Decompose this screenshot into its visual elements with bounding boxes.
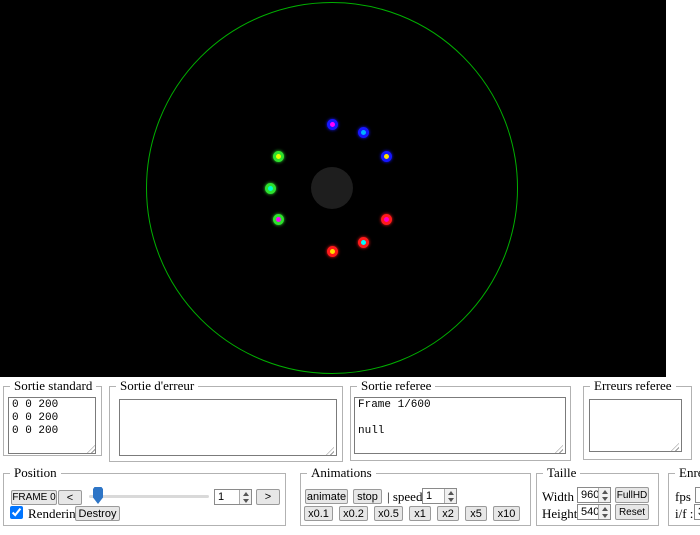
referee-output-legend: Sortie referee [357,378,436,394]
speed-x0-5-button[interactable]: x0.5 [374,506,403,521]
referee-errors-legend: Erreurs referee [590,378,676,394]
height-spinner[interactable] [598,505,610,519]
entity-dot [272,213,284,225]
spin-up-icon[interactable] [599,505,610,512]
center-disc [311,167,353,209]
height-input[interactable]: 540 [577,504,611,520]
stdout-textarea[interactable]: 0 0 200 0 0 200 0 0 200 [8,397,96,454]
stderr-panel-legend: Sortie d'erreur [116,378,199,394]
rendering-checkbox[interactable] [10,506,23,519]
if-input[interactable]: 3 [694,504,700,520]
render-canvas[interactable] [0,0,666,377]
size-panel: Taille Width : 960 FullHD Height: 540 Re… [536,465,659,526]
speed-x1-button[interactable]: x1 [409,506,431,521]
entity-dot [357,126,369,138]
next-frame-button[interactable]: > [256,489,280,505]
width-label: Width : [542,489,581,504]
position-panel-legend: Position [10,465,61,481]
frame-slider[interactable] [89,495,209,498]
spin-up-icon[interactable] [599,488,610,495]
frame-step-input[interactable]: 1 [214,489,252,505]
reset-button[interactable]: Reset [615,504,649,520]
animations-panel: Animations animate stop | speed : 1 x0.1… [300,465,531,526]
entity-dot [380,150,392,162]
frame-slider-thumb[interactable] [93,487,103,504]
width-spinner[interactable] [598,488,610,502]
animations-panel-legend: Animations [307,465,376,481]
stderr-textarea[interactable] [119,399,337,456]
referee-output-panel: Sortie referee Frame 1/600 null [350,378,571,461]
fullhd-button[interactable]: FullHD [615,487,649,503]
spin-up-icon[interactable] [445,489,456,496]
entity-dot [272,150,284,162]
frame-button[interactable]: FRAME 0 [11,490,57,505]
speed-x5-button[interactable]: x5 [465,506,487,521]
entity-dot [264,182,276,194]
app-window: Sortie standard 0 0 200 0 0 200 0 0 200 … [0,0,700,535]
frame-step-spinner[interactable] [239,490,251,504]
if-value: 3 [695,505,700,519]
speed-x0-2-button[interactable]: x0.2 [339,506,368,521]
entity-dot [380,213,392,225]
referee-errors-textarea[interactable] [589,399,682,452]
referee-output-textarea[interactable]: Frame 1/600 null [354,397,566,454]
width-input[interactable]: 960 [577,487,611,503]
stderr-panel: Sortie d'erreur [109,378,343,462]
speed-x2-button[interactable]: x2 [437,506,459,521]
recording-panel: Enreg fps : i/f : 3 [668,465,700,526]
spin-down-icon[interactable] [599,512,610,519]
stdout-panel-legend: Sortie standard [10,378,97,394]
recording-panel-legend: Enreg [675,465,700,481]
stdout-panel: Sortie standard 0 0 200 0 0 200 0 0 200 [3,378,102,456]
spin-down-icon[interactable] [240,497,251,504]
frame-step-value: 1 [218,491,225,503]
entity-dot [326,118,338,130]
speed-x0-1-button[interactable]: x0.1 [304,506,333,521]
if-label: i/f : [675,506,694,521]
speed-spinner[interactable] [444,489,456,503]
speed-x10-button[interactable]: x10 [493,506,520,521]
size-panel-legend: Taille [543,465,581,481]
fps-input[interactable] [695,487,700,503]
animate-button[interactable]: animate [305,489,348,504]
fps-value [696,488,700,502]
height-value: 540 [581,506,598,518]
destroy-button[interactable]: Destroy [75,506,120,521]
spin-down-icon[interactable] [599,495,610,502]
position-panel: Position FRAME 0 < 1 > Rendering Destroy [3,465,286,526]
stop-button[interactable]: stop [353,489,382,504]
spin-up-icon[interactable] [240,490,251,497]
height-label: Height: [542,506,581,521]
entity-dot [326,245,338,257]
spin-down-icon[interactable] [445,496,456,503]
entity-dot [357,236,369,248]
speed-value: 1 [426,490,433,502]
referee-errors-panel: Erreurs referee [583,378,692,460]
width-value: 960 [581,489,598,501]
speed-input[interactable]: 1 [422,488,457,504]
prev-frame-button[interactable]: < [58,490,82,505]
